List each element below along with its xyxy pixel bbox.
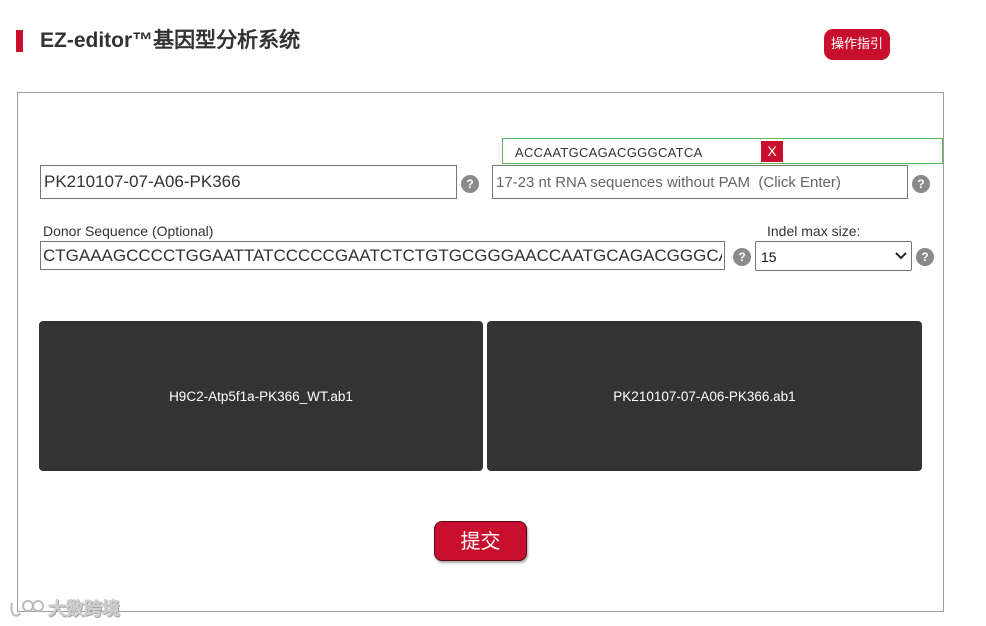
indel-max-size-select[interactable]: 15 <box>755 241 912 271</box>
donor-help-icon[interactable]: ? <box>733 248 751 266</box>
watermark: 大数跨境 <box>8 595 120 621</box>
sample-name-help-icon[interactable]: ? <box>461 175 479 193</box>
sample-name-input[interactable] <box>40 165 457 199</box>
indel-help-icon[interactable]: ? <box>916 248 934 266</box>
page-title: EZ-editor™基因型分析系统 <box>40 29 301 52</box>
wt-file-upload[interactable]: H9C2-Atp5f1a-PK366_WT.ab1 <box>39 321 483 471</box>
guide-button[interactable]: 操作指引 <box>824 29 890 60</box>
grna-help-icon[interactable]: ? <box>912 175 930 193</box>
indel-selected-value: 15 <box>761 249 777 265</box>
chevron-down-icon <box>895 252 907 260</box>
sample-file-name: PK210107-07-A06-PK366.ab1 <box>613 388 796 404</box>
indel-max-size-label: Indel max size: <box>767 223 861 239</box>
donor-sequence-input[interactable] <box>40 241 725 270</box>
watermark-text: 大数跨境 <box>48 599 120 620</box>
grna-tag-remove-button[interactable]: X <box>761 141 783 162</box>
wt-file-name: H9C2-Atp5f1a-PK366_WT.ab1 <box>169 388 353 404</box>
title-accent-bar <box>16 30 23 52</box>
sample-file-upload[interactable]: PK210107-07-A06-PK366.ab1 <box>487 321 922 471</box>
grna-tag-text: ACCAATGCAGACGGGCATCA <box>515 145 703 160</box>
donor-sequence-label: Donor Sequence (Optional) <box>43 223 214 239</box>
grna-sequence-input[interactable] <box>492 165 908 199</box>
watermark-logo-icon <box>10 600 44 617</box>
grna-tag: ACCAATGCAGACGGGCATCA X <box>502 138 943 164</box>
submit-button[interactable]: 提交 <box>434 521 527 561</box>
